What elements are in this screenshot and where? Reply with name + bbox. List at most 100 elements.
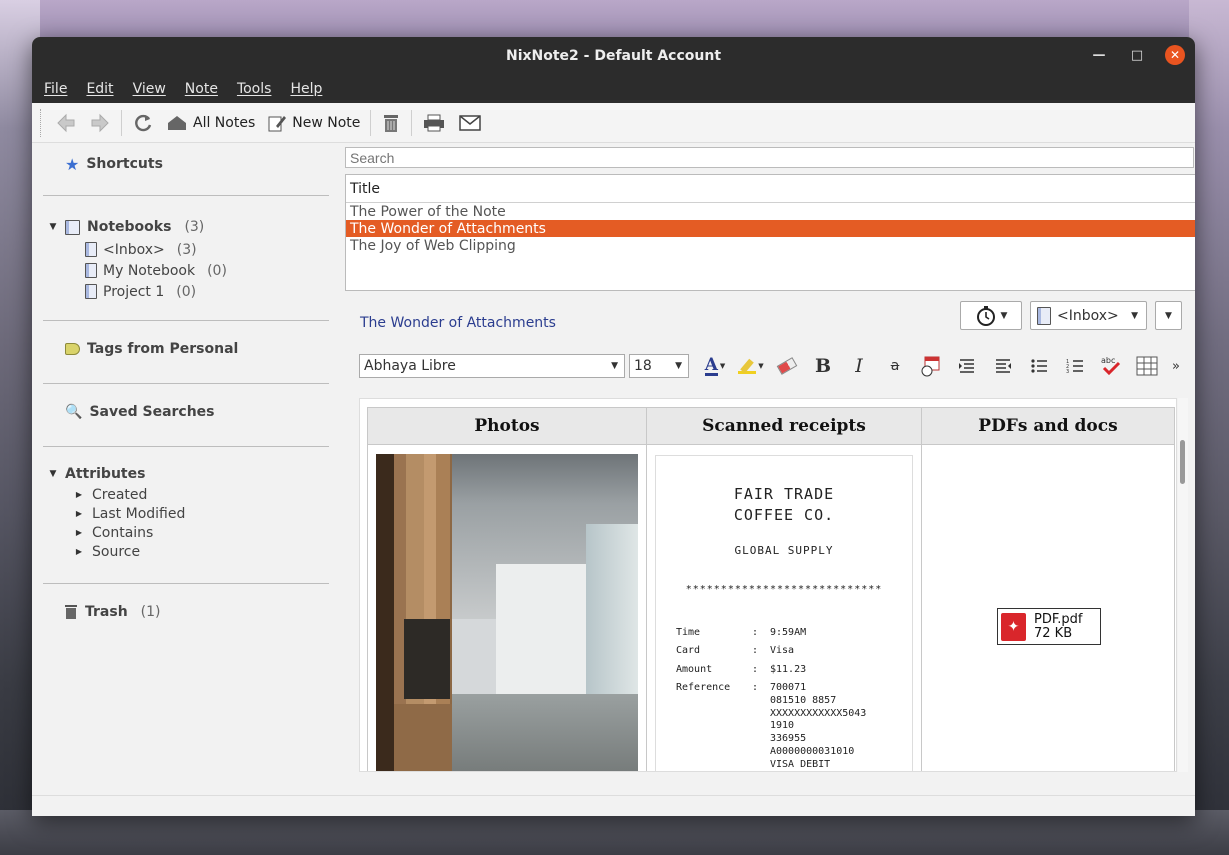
table-header-photos[interactable]: Photos xyxy=(367,407,647,445)
indent-icon xyxy=(959,359,974,373)
clear-format-button[interactable] xyxy=(769,353,805,379)
insert-datetime-button[interactable] xyxy=(913,353,949,379)
font-color-button[interactable]: A ▼ xyxy=(697,353,733,379)
toolbar-grip[interactable] xyxy=(40,108,43,137)
table-grid-icon xyxy=(1136,356,1158,376)
menu-file[interactable]: File xyxy=(44,81,67,97)
sidebar-saved-searches[interactable]: 🔍 Saved Searches xyxy=(65,400,329,424)
spellcheck-icon: abc xyxy=(1101,356,1121,376)
maximize-button[interactable]: □ xyxy=(1127,45,1147,65)
more-formatting-button[interactable]: » xyxy=(1165,353,1187,379)
star-icon: ★ xyxy=(65,154,80,174)
receipt-row-reference: Reference:700071 081510 8857 XXXXXXXXXXX… xyxy=(676,682,867,770)
menu-view[interactable]: View xyxy=(133,81,166,97)
outdent-button[interactable] xyxy=(985,353,1021,379)
italic-button[interactable]: I xyxy=(841,353,877,379)
note-title[interactable]: The Wonder of Attachments xyxy=(360,315,556,331)
spellcheck-button[interactable]: abc xyxy=(1093,353,1129,379)
strikethrough-button[interactable]: a xyxy=(877,353,913,379)
sidebar-notebook-project-1[interactable]: Project 1 (0) xyxy=(48,281,329,302)
status-bar xyxy=(32,795,1195,816)
new-note-button[interactable]: New Note xyxy=(261,108,366,138)
receipt-image[interactable]: FAIR TRADE COFFEE CO. GLOBAL SUPPLY ****… xyxy=(655,455,913,771)
receipt-row-card: Card: Visa xyxy=(676,645,795,656)
menu-help[interactable]: Help xyxy=(290,81,322,97)
close-button[interactable]: ✕ xyxy=(1165,45,1185,65)
receipts-cell[interactable]: FAIR TRADE COFFEE CO. GLOBAL SUPPLY ****… xyxy=(646,444,922,771)
menu-note[interactable]: Note xyxy=(185,81,218,97)
search-input[interactable] xyxy=(345,147,1194,168)
minimize-button[interactable]: — xyxy=(1089,45,1109,65)
editor-scrollbar[interactable] xyxy=(1178,398,1188,772)
calendar-clock-icon xyxy=(921,356,940,377)
collapsed-arrow-icon[interactable]: ▶ xyxy=(74,547,84,556)
receipt-subtitle: GLOBAL SUPPLY xyxy=(734,544,834,557)
table-header-pdfs[interactable]: PDFs and docs xyxy=(921,407,1175,445)
indent-button[interactable] xyxy=(949,353,985,379)
reminder-button[interactable]: ▼ xyxy=(960,301,1022,330)
expand-arrow-icon[interactable]: ▼ xyxy=(48,222,58,232)
envelope-icon xyxy=(459,114,482,131)
bullet-list-button[interactable] xyxy=(1021,353,1057,379)
sidebar-attr-last-modified[interactable]: ▶ Last Modified xyxy=(48,504,329,523)
more-options-button[interactable]: ▼ xyxy=(1155,301,1182,330)
eraser-icon xyxy=(776,357,798,375)
sidebar-notebook-my-notebook[interactable]: My Notebook (0) xyxy=(48,260,329,281)
insert-table-button[interactable] xyxy=(1129,353,1165,379)
highlighter-icon xyxy=(738,358,757,374)
office-photo[interactable] xyxy=(376,454,638,771)
note-editor[interactable]: Photos Scanned receipts PDFs and docs FA… xyxy=(359,398,1177,772)
sidebar-attr-contains[interactable]: ▶ Contains xyxy=(48,523,329,542)
printer-icon xyxy=(424,114,445,131)
sidebar-attr-source[interactable]: ▶ Source xyxy=(48,542,329,561)
font-size-select[interactable]: 18 ▼ xyxy=(629,354,689,378)
sidebar-attributes[interactable]: ▼ Attributes xyxy=(48,463,329,485)
chevron-down-icon: ▼ xyxy=(1165,310,1172,321)
pdf-attachment[interactable]: ✦ PDF.pdf 72 KB xyxy=(997,608,1101,645)
new-note-icon xyxy=(268,115,287,131)
sidebar-tags[interactable]: Tags from Personal xyxy=(65,337,329,361)
pdfs-cell[interactable]: ✦ PDF.pdf 72 KB xyxy=(921,444,1175,771)
chevron-down-icon: ▼ xyxy=(675,361,682,371)
collapsed-arrow-icon[interactable]: ▶ xyxy=(74,490,84,499)
note-list-header-title[interactable]: Title xyxy=(346,175,1195,203)
svg-text:3: 3 xyxy=(1066,369,1069,374)
sidebar-trash[interactable]: Trash (1) xyxy=(64,600,337,624)
delete-button[interactable] xyxy=(375,108,407,138)
scrollbar-thumb[interactable] xyxy=(1180,440,1185,484)
pdf-filesize: 72 KB xyxy=(1034,625,1073,641)
forward-button[interactable] xyxy=(83,108,117,138)
table-header-receipts[interactable]: Scanned receipts xyxy=(646,407,922,445)
back-button[interactable] xyxy=(49,108,83,138)
chevron-down-icon: ▼ xyxy=(1000,310,1008,321)
highlight-button[interactable]: ▼ xyxy=(733,353,769,379)
trash-icon xyxy=(65,605,77,619)
print-button[interactable] xyxy=(416,108,452,138)
menu-tools[interactable]: Tools xyxy=(237,81,272,97)
expand-arrow-icon[interactable]: ▼ xyxy=(48,469,58,479)
sidebar-shortcuts[interactable]: ★ Shortcuts xyxy=(65,152,329,176)
notebook-select[interactable]: <Inbox> ▼ xyxy=(1030,301,1147,330)
font-family-select[interactable]: Abhaya Libre ▼ xyxy=(359,354,625,378)
bullet-list-icon xyxy=(1031,359,1047,373)
note-list-row[interactable]: The Power of the Note xyxy=(346,203,1195,220)
photos-cell[interactable] xyxy=(367,444,647,771)
window-title: NixNote2 - Default Account xyxy=(505,48,722,64)
email-button[interactable] xyxy=(452,108,488,138)
all-notes-button[interactable]: All Notes xyxy=(160,108,261,138)
sidebar-notebooks[interactable]: ▼ Notebooks (3) xyxy=(48,215,329,239)
trash-icon xyxy=(384,114,399,132)
note-list-row-selected[interactable]: The Wonder of Attachments xyxy=(346,220,1195,237)
menu-edit[interactable]: Edit xyxy=(86,81,113,97)
note-list-row[interactable]: The Joy of Web Clipping xyxy=(346,237,1195,254)
titlebar[interactable]: NixNote2 - Default Account — □ ✕ xyxy=(32,37,1195,75)
sidebar-attr-created[interactable]: ▶ Created xyxy=(48,485,329,504)
sidebar-notebook-inbox[interactable]: <Inbox> (3) xyxy=(48,239,329,260)
home-icon xyxy=(168,115,186,130)
collapsed-arrow-icon[interactable]: ▶ xyxy=(74,509,84,518)
numbered-list-button[interactable]: 123 xyxy=(1057,353,1093,379)
collapsed-arrow-icon[interactable]: ▶ xyxy=(74,528,84,537)
double-chevron-right-icon: » xyxy=(1172,358,1180,374)
sync-button[interactable] xyxy=(126,108,160,138)
bold-button[interactable]: B xyxy=(805,353,841,379)
